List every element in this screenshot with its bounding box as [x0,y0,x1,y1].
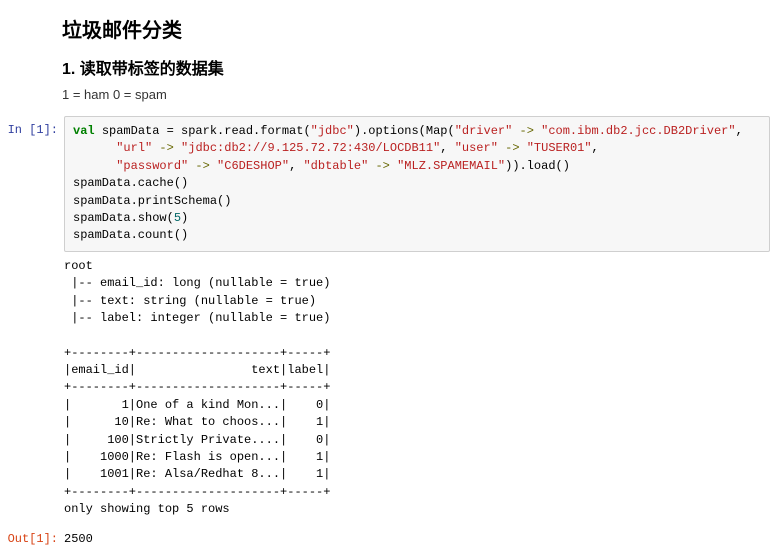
string-literal: "user" [455,141,498,155]
section-title: 1. 读取带标签的数据集 [62,55,768,79]
output-prompt: Out[1]: [0,525,64,547]
string-literal: "dbtable" [303,159,368,173]
code-input-area[interactable]: val spamData = spark.read.format("jdbc")… [64,116,770,252]
code-text: )).load() [505,159,570,173]
string-literal: "MLZ.SPAMEMAIL" [397,159,505,173]
number-literal: 5 [174,211,181,225]
notebook-root: 垃圾邮件分类 1. 读取带标签的数据集 1 = ham 0 = spam In … [0,14,780,554]
string-literal: "url" [116,141,152,155]
result-area: 2500 [64,525,770,554]
code-cell-1: In [1]: val spamData = spark.read.format… [0,116,780,252]
code-text: spamData [102,124,160,138]
code-text: ).options(Map( [354,124,455,138]
stdout-area: root |-- email_id: long (nullable = true… [64,252,770,525]
string-literal: "driver" [455,124,513,138]
string-literal: "com.ibm.db2.jcc.DB2Driver" [541,124,735,138]
stdout-row: root |-- email_id: long (nullable = true… [0,252,780,525]
page-title: 垃圾邮件分类 [62,14,768,43]
section-caption: 1 = ham 0 = spam [62,87,768,102]
code-text: spamData.show( [73,211,174,225]
string-literal: "password" [116,159,188,173]
arrow-op: -> [188,159,217,173]
arrow-op: -> [152,141,181,155]
code-text: , [592,141,599,155]
code-text: ) [181,211,188,225]
markdown-cell: 垃圾邮件分类 1. 读取带标签的数据集 1 = ham 0 = spam [0,14,780,102]
keyword-val: val [73,124,95,138]
input-prompt: In [1]: [0,116,64,138]
string-literal: "jdbc" [311,124,354,138]
result-row: Out[1]: 2500 [0,525,780,554]
arrow-op: -> [512,124,541,138]
arrow-op: -> [498,141,527,155]
arrow-op: -> [368,159,397,173]
code-text: spamData.printSchema() [73,194,231,208]
string-literal: "jdbc:db2://9.125.72.72:430/LOCDB11" [181,141,440,155]
string-literal: "TUSER01" [527,141,592,155]
code-text: spark.read.format( [181,124,311,138]
empty-prompt [0,252,64,258]
code-text: spamData.count() [73,228,188,242]
string-literal: "C6DESHOP" [217,159,289,173]
code-text: , [736,124,743,138]
code-text: = [159,124,181,138]
code-text: spamData.cache() [73,176,188,190]
